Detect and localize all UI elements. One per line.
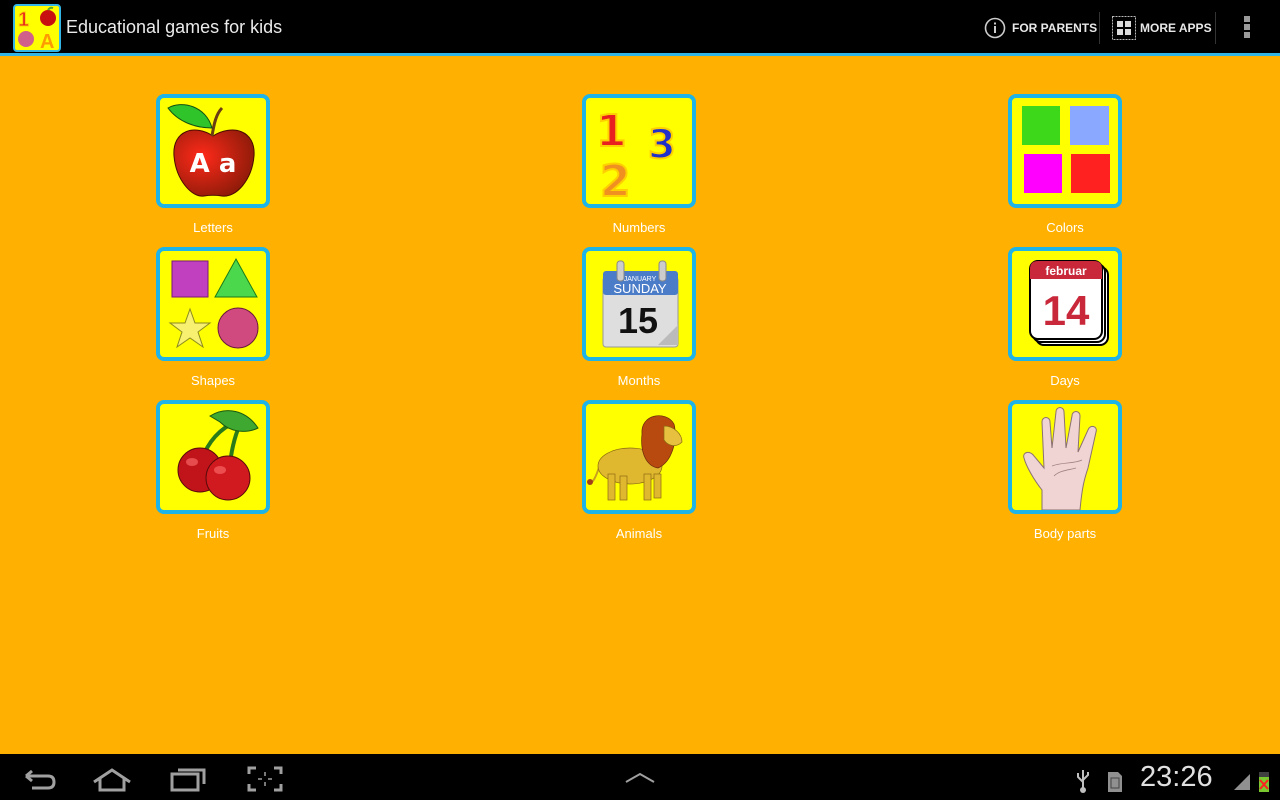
chevron-up-icon[interactable] — [622, 760, 658, 796]
overflow-menu-icon[interactable] — [1243, 16, 1251, 40]
category-grid: A a Letters 1 3 2 Numbers Colors Shapes … — [0, 56, 1280, 752]
category-animals[interactable]: Animals — [559, 400, 719, 550]
svg-text:3: 3 — [648, 122, 676, 168]
apple-letters-icon: A a — [156, 94, 270, 208]
svg-text:15: 15 — [618, 300, 658, 341]
category-fruits[interactable]: Fruits — [133, 400, 293, 550]
day-calendar-icon: februar 14 — [1008, 247, 1122, 361]
info-icon — [984, 17, 1006, 39]
recent-apps-icon[interactable] — [168, 760, 208, 796]
category-label: Letters — [193, 220, 233, 235]
svg-text:1: 1 — [596, 106, 627, 157]
back-icon[interactable] — [20, 760, 60, 796]
app-title: Educational games for kids — [66, 17, 283, 37]
signal-icon — [1232, 760, 1252, 796]
screenshot-icon[interactable] — [246, 760, 284, 796]
svg-text:A: A — [40, 31, 54, 50]
svg-text:SUNDAY: SUNDAY — [613, 281, 667, 296]
cherries-icon — [156, 400, 270, 514]
category-label: Shapes — [190, 373, 236, 388]
svg-text:14: 14 — [1043, 287, 1090, 334]
category-days[interactable]: februar 14 Days — [985, 247, 1145, 397]
svg-text:1: 1 — [18, 9, 29, 31]
hand-icon — [1008, 400, 1122, 514]
category-label: Months — [617, 373, 661, 388]
category-shapes[interactable]: Shapes — [133, 247, 293, 397]
color-squares-icon — [1008, 94, 1122, 208]
battery-icon — [1256, 760, 1272, 796]
numbers-icon: 1 3 2 — [582, 94, 696, 208]
category-label: Numbers — [612, 220, 666, 235]
category-letters[interactable]: A a Letters — [133, 94, 293, 244]
divider — [1215, 12, 1216, 44]
more-apps-label: MORE APPS — [1140, 21, 1212, 35]
svg-text:2: 2 — [600, 156, 631, 204]
category-colors[interactable]: Colors — [985, 94, 1145, 244]
shapes-icon — [156, 247, 270, 361]
app-logo-icon[interactable]: 1 A — [13, 4, 61, 52]
home-icon[interactable] — [90, 760, 134, 796]
for-parents-button[interactable]: FOR PARENTS — [984, 12, 1097, 44]
svg-text:A a: A a — [190, 149, 237, 179]
calendar-icon: JANUARY SUNDAY 15 — [582, 247, 696, 361]
clock: 23:26 — [1140, 761, 1213, 793]
category-body-parts[interactable]: Body parts — [985, 400, 1145, 550]
category-label: Days — [1050, 373, 1080, 388]
more-apps-button[interactable]: MORE APPS — [1112, 12, 1212, 44]
category-label: Fruits — [196, 526, 230, 541]
sd-card-icon — [1106, 760, 1124, 796]
system-navigation-bar — [0, 752, 1280, 800]
divider — [1099, 12, 1100, 44]
category-numbers[interactable]: 1 3 2 Numbers — [559, 94, 719, 244]
lion-icon — [582, 400, 696, 514]
action-bar: 1 A Educational games for kids FOR PAREN… — [0, 0, 1280, 53]
for-parents-label: FOR PARENTS — [1012, 21, 1098, 35]
usb-icon — [1074, 760, 1092, 796]
category-label: Body parts — [1033, 526, 1097, 541]
category-months[interactable]: JANUARY SUNDAY 15 Months — [559, 247, 719, 397]
grid-icon — [1112, 16, 1136, 40]
category-label: Colors — [1046, 220, 1084, 235]
category-label: Animals — [615, 526, 663, 541]
svg-text:februar: februar — [1045, 264, 1087, 278]
